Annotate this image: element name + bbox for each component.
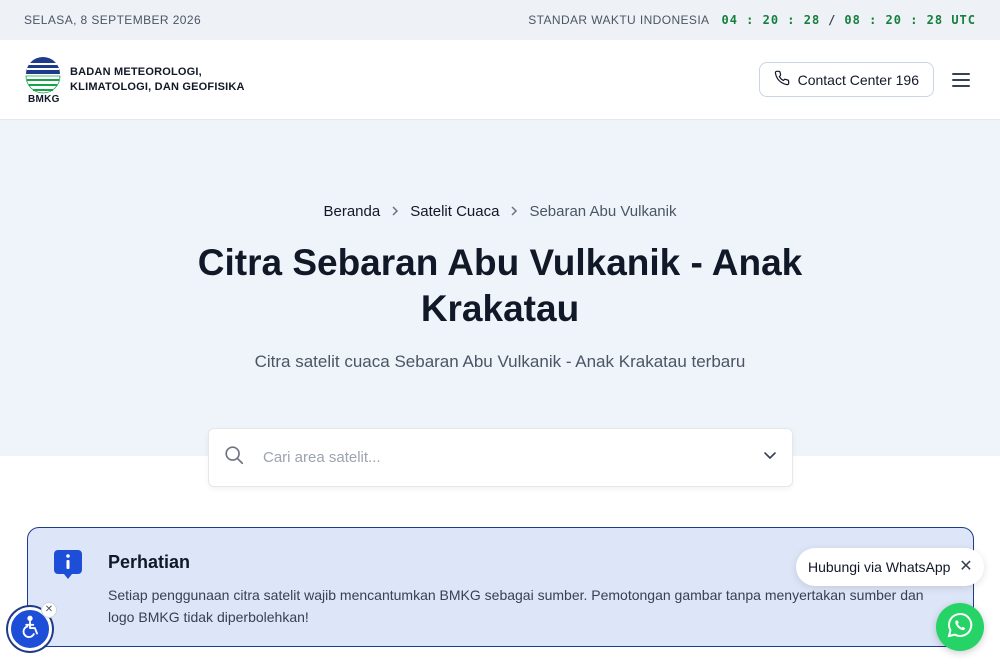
whatsapp-label: Hubungi via WhatsApp (808, 559, 951, 575)
organization-name: BADAN METEOROLOGI, KLIMATOLOGI, DAN GEOF… (70, 65, 245, 95)
search-icon (223, 444, 245, 471)
organization-name-line-1: BADAN METEOROLOGI, (70, 65, 202, 78)
notice-title: Perhatian (108, 552, 191, 572)
logo-text: BMKG (28, 93, 60, 105)
time-display: STANDAR WAKTU INDONESIA 04 : 20 : 28 / 0… (528, 13, 976, 27)
organization-name-line-2: KLIMATOLOGI, DAN GEOFISIKA (70, 80, 245, 93)
phone-icon (774, 70, 790, 89)
site-header: BMKG BADAN METEOROLOGI, KLIMATOLOGI, DAN… (0, 40, 1000, 120)
top-info-bar: SELASA, 8 SEPTEMBER 2026 STANDAR WAKTU I… (0, 0, 1000, 40)
accessibility-icon (17, 614, 43, 645)
whatsapp-icon (946, 611, 974, 644)
contact-center-button[interactable]: Contact Center 196 (758, 62, 934, 97)
close-icon[interactable]: ✕ (41, 602, 57, 618)
local-time: 04 : 20 : 28 (721, 13, 821, 27)
breadcrumb: Beranda Satelit Cuaca Sebaran Abu Vulkan… (0, 203, 1000, 220)
info-chat-icon (54, 550, 82, 585)
attention-notice: Perhatian Setiap penggunaan citra sateli… (27, 527, 974, 647)
satellite-area-search[interactable] (208, 428, 793, 487)
hero-section: Beranda Satelit Cuaca Sebaran Abu Vulkan… (0, 120, 1000, 456)
search-input[interactable] (263, 449, 762, 466)
header-actions: Contact Center 196 (758, 62, 976, 97)
breadcrumb-home[interactable]: Beranda (324, 203, 381, 220)
whatsapp-tooltip[interactable]: Hubungi via WhatsApp ✕ (796, 548, 984, 586)
page-title: Citra Sebaran Abu Vulkanik - Anak Krakat… (197, 242, 803, 329)
chevron-right-icon (390, 204, 400, 220)
chevron-right-icon (509, 204, 519, 220)
notice-text: Setiap penggunaan citra satelit wajib me… (108, 587, 924, 625)
brand-home-link[interactable]: BMKG BADAN METEOROLOGI, KLIMATOLOGI, DAN… (24, 55, 245, 105)
whatsapp-button[interactable] (936, 603, 984, 651)
close-icon[interactable]: ✕ (958, 559, 974, 575)
timezone-label: STANDAR WAKTU INDONESIA (528, 13, 710, 27)
time-separator: / (828, 13, 837, 27)
breadcrumb-current: Sebaran Abu Vulkanik (529, 203, 677, 220)
contact-center-label: Contact Center 196 (797, 71, 919, 88)
utc-time: 08 : 20 : 28 UTC (844, 13, 976, 27)
hamburger-menu-icon[interactable] (952, 68, 976, 92)
bmkg-logo: BMKG (24, 55, 62, 105)
page-subtitle: Citra satelit cuaca Sebaran Abu Vulkanik… (254, 352, 746, 371)
chevron-down-icon[interactable] (762, 447, 778, 468)
clock: 04 : 20 : 28 / 08 : 20 : 28 UTC (721, 13, 976, 27)
current-date: SELASA, 8 SEPTEMBER 2026 (24, 13, 202, 27)
breadcrumb-satelit-cuaca[interactable]: Satelit Cuaca (410, 203, 499, 220)
